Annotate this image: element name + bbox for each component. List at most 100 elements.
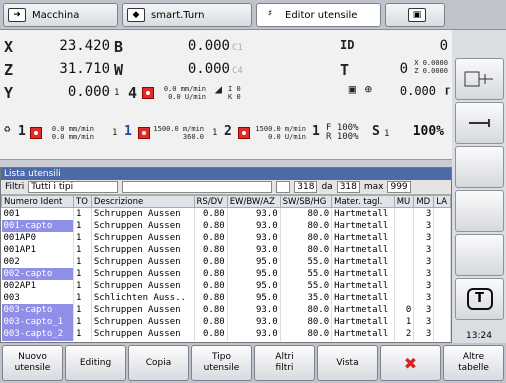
cell-mu	[394, 255, 415, 268]
cell-id: 001AP1	[1, 243, 74, 256]
column-header[interactable]: Mater. tagl.	[331, 195, 395, 208]
cell-to: 1	[73, 231, 92, 244]
side-button-4[interactable]	[455, 190, 504, 232]
cell-rs: 0.80	[194, 219, 228, 232]
cell-sw: 80.0	[280, 219, 333, 232]
tool-icon: ♯	[267, 9, 273, 19]
cell-md: 3	[413, 280, 435, 293]
cell-mat: Hartmetall	[331, 292, 395, 305]
spindle2-idx: 1	[212, 128, 218, 138]
tool-type-button[interactable]	[455, 102, 504, 144]
cell-sw: 80.0	[280, 304, 333, 317]
column-header[interactable]: RS/DV	[193, 195, 228, 208]
tool-holder-icon	[464, 71, 493, 87]
column-header[interactable]: TO	[73, 195, 92, 208]
cell-la	[433, 219, 451, 232]
tab-tool-editor[interactable]: ♯ Editor utensile	[256, 3, 381, 27]
cell-la	[433, 255, 451, 268]
cell-id: 001-capto	[1, 219, 74, 232]
cell-sw: 35.0	[280, 292, 333, 305]
table-row[interactable]: 002 1 Schruppen Aussen 0.80 95.0 55.0 Hartmeta…	[1, 255, 451, 268]
table-header: Numero Ident TO Descrizione RS/DV EW/BW/AZ SW…	[1, 195, 451, 208]
tool-t-button[interactable]: T	[455, 278, 504, 320]
filter-row: Filtri Tutti i tipi 318 da 318 max 999	[1, 180, 451, 195]
column-header[interactable]: LA	[433, 195, 451, 208]
axis-y-value: 0.000	[67, 84, 110, 100]
table-row[interactable]: 003-capto_2 1 Schruppen Aussen 0.80 93.0 80.0…	[1, 328, 451, 341]
cell-md: 3	[413, 328, 435, 341]
table-row[interactable]: 003 1 Schlichten Auss.. 0.80 95.0 35.0 Hartmet…	[1, 292, 451, 305]
cell-md: 3	[413, 243, 435, 256]
column-header[interactable]: Descrizione	[90, 195, 195, 208]
filter-select[interactable]: Tutti i tipi	[28, 181, 119, 193]
table-row[interactable]: 002-capto 1 Schruppen Aussen 0.80 95.0 55.0 Ha…	[1, 267, 451, 281]
cell-mu: 1	[394, 316, 415, 329]
filter-search[interactable]	[122, 181, 273, 193]
delete-button[interactable]: ✖	[380, 345, 441, 381]
tool-type-softkey[interactable]: Tipo utensile	[191, 345, 252, 381]
cell-ew: 95.0	[227, 280, 281, 293]
crosshair-icon: ⊕	[364, 82, 372, 96]
editing-button[interactable]: Editing	[65, 345, 126, 381]
axis-w-value: 0.000	[187, 61, 230, 77]
cell-rs: 0.80	[194, 292, 228, 305]
cell-md: 3	[413, 255, 435, 268]
table-row[interactable]: 003-capto_1 1 Schruppen Aussen 0.80 93.0 80.0…	[1, 316, 451, 329]
cell-mu	[394, 243, 415, 256]
tab-smart-turn[interactable]: ◆ smart.Turn	[122, 3, 252, 27]
tab-machine[interactable]: ➜ Macchina	[3, 3, 118, 27]
cell-id: 003-capto_2	[1, 328, 74, 341]
table-row[interactable]: 001-capto 1 Schruppen Aussen 0.80 93.0 80.0 Ha…	[1, 219, 451, 232]
cell-rs: 0.80	[194, 316, 228, 329]
cell-to: 1	[73, 280, 92, 293]
spindle-left-feed: 0.0 mm/min 0.0 mm/min	[51, 125, 94, 141]
cell-sw: 80.0	[280, 316, 333, 329]
table-row[interactable]: 002AP1 1 Schruppen Aussen 0.80 95.0 55.0 Hartm…	[1, 280, 451, 293]
cell-rs: 0.80	[194, 255, 228, 268]
tab-save[interactable]: ▣	[385, 3, 445, 27]
cell-md: 3	[413, 292, 435, 305]
cell-md: 3	[413, 207, 435, 220]
cell-mat: Hartmetall	[331, 280, 395, 293]
override-s-idx: 1	[384, 129, 390, 139]
more-tables-button[interactable]: Altre tabelle	[443, 345, 504, 381]
cell-mu: 0	[394, 304, 415, 317]
cell-mu	[394, 292, 415, 305]
cell-mu	[394, 267, 415, 281]
cell-ew: 93.0	[227, 243, 281, 256]
table-row[interactable]: 001AP0 1 Schruppen Aussen 0.80 93.0 80.0 Hartm…	[1, 231, 451, 244]
column-header[interactable]: Numero Ident	[1, 195, 74, 208]
tool-t-icon: T	[466, 288, 493, 310]
more-filters-button[interactable]: Altri filtri	[254, 345, 315, 381]
filter-check[interactable]	[276, 181, 291, 193]
cell-desc: Schruppen Aussen	[91, 231, 195, 244]
cell-desc: Schruppen Aussen	[91, 255, 195, 268]
override-num: 1	[312, 124, 320, 139]
column-header[interactable]: MU	[393, 195, 415, 208]
side-button-5[interactable]	[455, 234, 504, 276]
axis-b-value: 0.000	[187, 38, 230, 54]
of-label: da	[321, 182, 333, 192]
save-icon: ▣	[408, 8, 426, 22]
cell-desc: Schruppen Aussen	[91, 304, 195, 317]
tool-view-button[interactable]	[455, 58, 504, 100]
column-header[interactable]: EW/BW/AZ	[226, 195, 281, 208]
cell-desc: Schruppen Aussen	[91, 267, 195, 281]
ij-values: I 0K 0	[228, 85, 241, 101]
spindle-left-num: 1	[18, 124, 26, 139]
new-tool-button[interactable]: Nuovo utensile	[2, 345, 63, 381]
cell-ew: 95.0	[227, 267, 281, 281]
cell-desc: Schruppen Aussen	[91, 219, 195, 232]
side-button-3[interactable]	[455, 146, 504, 188]
spindle2-values: 1500.0 m/min 0.0 U/min	[255, 125, 306, 141]
column-header[interactable]: SW/SB/HG	[279, 195, 333, 208]
cell-la	[433, 280, 451, 293]
table-row[interactable]: 003-capto 1 Schruppen Aussen 0.80 93.0 80.0 Ha…	[1, 304, 451, 317]
clock: 13:24	[452, 331, 506, 343]
table-row[interactable]: 001 1 Schruppen Aussen 0.80 93.0 80.0 Hartmeta…	[1, 207, 451, 220]
column-header[interactable]: MD	[413, 195, 435, 208]
table-row[interactable]: 001AP1 1 Schruppen Aussen 0.80 93.0 80.0 Hartm…	[1, 243, 451, 256]
view-button[interactable]: Vista	[317, 345, 378, 381]
copy-button[interactable]: Copia	[128, 345, 189, 381]
cell-rs: 0.80	[194, 243, 228, 256]
